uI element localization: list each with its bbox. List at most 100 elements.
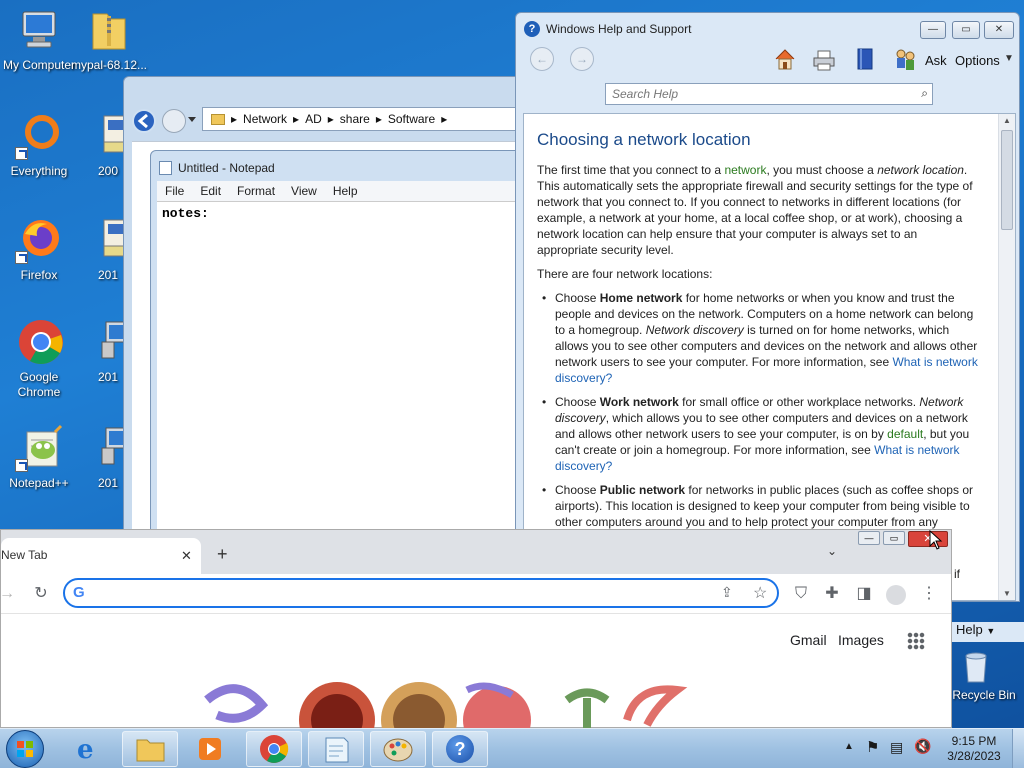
desktop-icon-label: 201 [97, 268, 119, 282]
network-icon[interactable]: ▤ [890, 739, 903, 756]
internet-explorer-icon: e [77, 735, 94, 765]
notepad-icon [325, 737, 349, 763]
desktop-icon-google-chrome[interactable]: Google Chrome [0, 318, 78, 400]
desktop-icon-label: 200 [97, 164, 119, 178]
everything-search-icon [15, 112, 63, 160]
tab-close-icon[interactable]: ✕ [181, 548, 192, 564]
help-window[interactable]: ? Windows Help and Support — ▭ ✕ ← → Ask… [515, 12, 1020, 602]
help-content-pane: Choosing a network location The first ti… [523, 113, 1016, 601]
notepad-text-area[interactable]: notes: [157, 201, 521, 539]
tab-new-tab[interactable]: New Tab ✕ [1, 538, 201, 574]
home-icon[interactable] [773, 47, 797, 74]
show-desktop-button[interactable] [1012, 729, 1024, 768]
menu-file[interactable]: File [157, 184, 192, 198]
text-bold: Public network [599, 483, 686, 497]
breadcrumb-share[interactable]: share [340, 112, 370, 126]
reload-icon[interactable]: ↻ [31, 584, 51, 604]
new-tab-plus-icon[interactable]: + [217, 544, 228, 565]
extensions-puzzle-icon[interactable]: ✚ [822, 584, 842, 604]
desktop-icon-notepadpp[interactable]: Notepad++ [0, 424, 78, 491]
taskbar: e ? ▲ ⚑ ▤ 🔇 9:15 PM 3/28/2023 [0, 728, 1024, 768]
file-explorer-icon [136, 739, 165, 762]
taskbar-paint[interactable] [370, 731, 426, 767]
chrome-maximize-button[interactable]: ▭ [883, 531, 905, 545]
chrome-minimize-button[interactable]: — [858, 531, 880, 545]
help-toolbar: ← → Ask Options ▼ [516, 43, 1019, 83]
start-button[interactable] [6, 730, 44, 768]
list-item-work: Choose Work network for small office or … [537, 394, 981, 474]
text: Choose [555, 483, 600, 497]
notepad-menubar: File Edit Format View Help [157, 181, 521, 201]
profile-avatar-icon[interactable] [886, 585, 906, 605]
back-button[interactable] [132, 109, 156, 133]
kebab-menu-icon[interactable]: ⋮ [919, 584, 939, 604]
chrome-window[interactable]: New Tab ✕ + ⌄ — ▭ ✕ → ↻ G ⇪ ☆ ⛉ ✚ ◨ ⋮ Gm… [0, 529, 952, 729]
forward-button[interactable] [162, 109, 186, 133]
list-item-public: Choose Public network for networks in pu… [537, 482, 981, 530]
mouse-cursor-icon [929, 530, 943, 550]
search-icon[interactable]: ⌕ [921, 86, 928, 101]
share-icon[interactable]: ⇪ [721, 584, 733, 601]
side-panel-icon[interactable]: ◨ [854, 584, 874, 604]
desktop-icon-mypal[interactable]: mypal-68.12... [70, 6, 148, 73]
taskbar-media-player[interactable] [182, 731, 238, 767]
chrome-toolbar: → ↻ G ⇪ ☆ ⛉ ✚ ◨ ⋮ [0, 574, 951, 614]
chevron-down-icon: ▼ [986, 626, 996, 636]
glossary-link-network[interactable]: network [724, 163, 766, 177]
scroll-up-icon[interactable]: ▲ [1003, 116, 1011, 125]
forward-arrow-icon[interactable]: → [0, 584, 17, 604]
menu-edit[interactable]: Edit [192, 184, 229, 198]
help-forward-button[interactable]: → [570, 47, 594, 71]
options-button[interactable]: Options [955, 53, 1000, 68]
show-hidden-icons[interactable]: ▲ [844, 741, 854, 752]
taskbar-help[interactable]: ? [432, 731, 488, 767]
desktop-icon-recycle-bin[interactable]: Recycle Bin [944, 648, 1024, 703]
desktop-icon-label: Notepad++ [9, 476, 69, 490]
menu-format[interactable]: Format [229, 184, 283, 198]
help-back-button[interactable]: ← [530, 47, 554, 71]
address-bar[interactable]: ▸ Network ▸ AD ▸ share ▸ Software ▸ [202, 107, 522, 131]
scroll-down-icon[interactable]: ▼ [1003, 589, 1011, 598]
extension-shield-icon[interactable]: ⛉ [791, 584, 811, 604]
breadcrumb-network[interactable]: Network [243, 112, 287, 126]
desktop-icon-everything[interactable]: Everything [0, 112, 78, 179]
locations-list: Choose Home network for home networks or… [537, 290, 981, 530]
ask-icon[interactable] [894, 47, 916, 74]
taskbar-internet-explorer[interactable]: e [62, 731, 118, 767]
help-menu-peek[interactable]: Help ▼ [952, 622, 1024, 642]
maximize-button[interactable]: ▭ [952, 21, 980, 39]
print-icon[interactable] [812, 49, 836, 74]
google-apps-grid-icon[interactable] [907, 632, 925, 650]
tab-search-chevron-icon[interactable]: ⌄ [827, 544, 837, 558]
images-link[interactable]: Images [838, 632, 884, 648]
desktop-icon-my-computer[interactable]: My Computer [0, 6, 78, 73]
ask-button[interactable]: Ask [925, 53, 947, 68]
gmail-link[interactable]: Gmail [790, 632, 827, 648]
help-scrollbar[interactable]: ▲ ▼ [998, 114, 1015, 600]
text: Choose [555, 291, 600, 305]
breadcrumb-software[interactable]: Software [388, 112, 435, 126]
taskbar-chrome[interactable] [246, 731, 302, 767]
menu-view[interactable]: View [283, 184, 325, 198]
minimize-button[interactable]: — [920, 21, 946, 39]
taskbar-notepad[interactable] [308, 731, 364, 767]
breadcrumb-ad[interactable]: AD [305, 112, 322, 126]
scrollbar-thumb[interactable] [1001, 130, 1013, 230]
omnibox-input[interactable]: G ⇪ ☆ [63, 578, 779, 608]
options-chevron-down-icon: ▼ [1004, 53, 1014, 64]
recent-dropdown-icon[interactable] [188, 117, 196, 122]
notepad-title: Untitled - Notepad [178, 161, 275, 175]
notepad-window[interactable]: Untitled - Notepad File Edit Format View… [150, 150, 522, 540]
action-center-flag-icon[interactable]: ⚑ [866, 738, 879, 756]
search-help-input[interactable]: Search Help ⌕ [605, 83, 933, 105]
volume-muted-icon[interactable]: 🔇 [914, 738, 931, 755]
desktop-icon-firefox[interactable]: Firefox [0, 216, 78, 283]
bookmark-star-icon[interactable]: ☆ [753, 583, 767, 603]
system-clock[interactable]: 9:15 PM 3/28/2023 [940, 734, 1008, 764]
browse-help-icon[interactable] [855, 47, 875, 74]
breadcrumb-separator-icon: ▸ [293, 112, 300, 126]
glossary-link-default[interactable]: default [887, 427, 923, 441]
taskbar-explorer[interactable] [122, 731, 178, 767]
menu-help[interactable]: Help [325, 184, 366, 198]
close-button[interactable]: ✕ [984, 21, 1014, 39]
